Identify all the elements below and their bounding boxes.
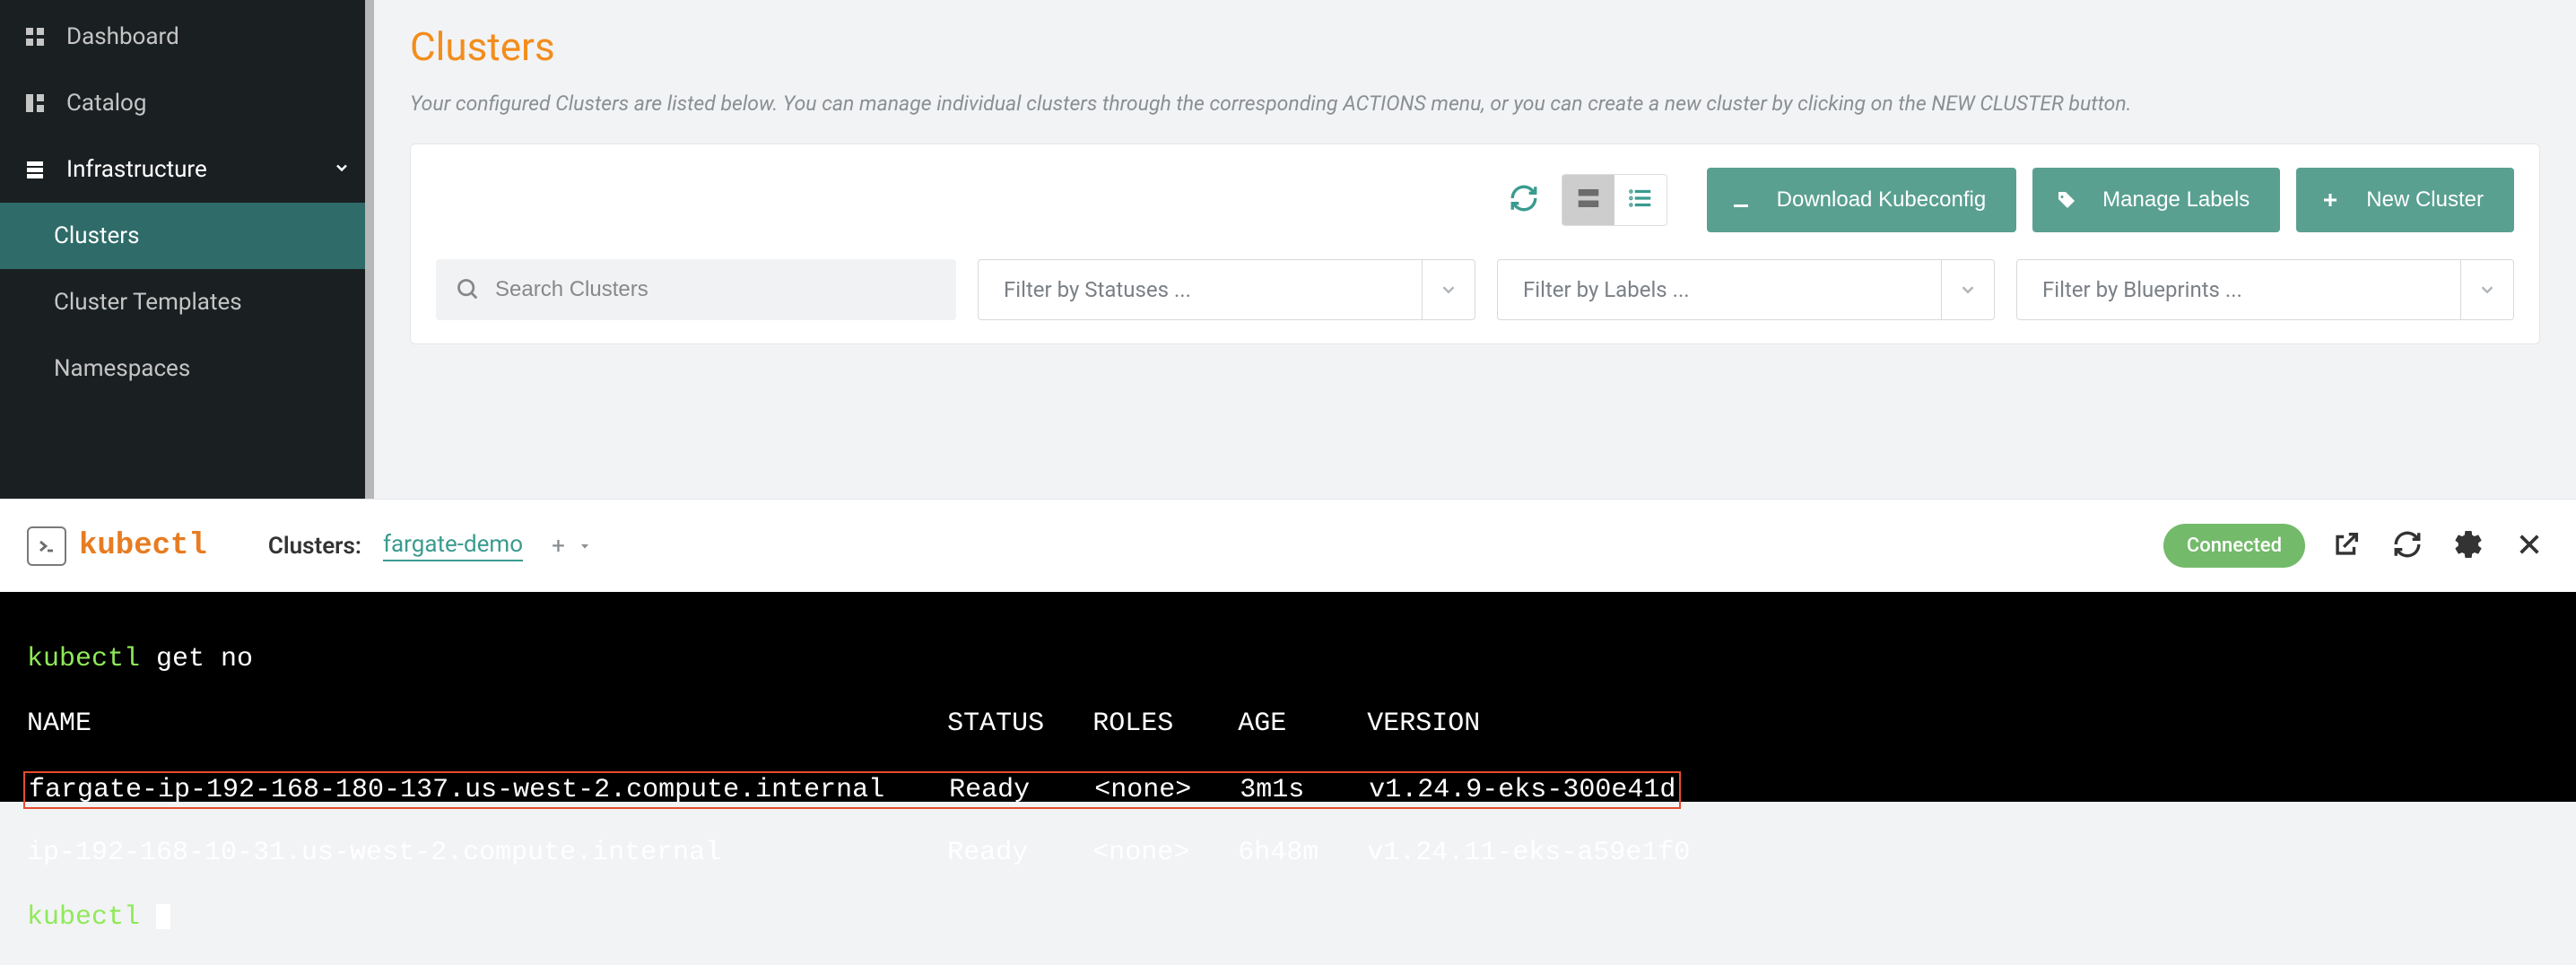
sidebar: Dashboard Catalog Infrastructure Cluster…	[0, 0, 374, 499]
kubectl-close-button[interactable]	[2510, 526, 2549, 566]
terminal-prompt: kubectl	[27, 644, 140, 674]
terminal-cursor	[156, 904, 170, 929]
view-toggle-grid[interactable]	[1562, 175, 1614, 225]
tag-icon	[2056, 189, 2077, 211]
sidebar-sub-label: Clusters	[54, 222, 140, 249]
caret-down-icon	[578, 533, 592, 560]
search-icon	[456, 277, 481, 302]
sidebar-sub-clusters[interactable]: Clusters	[0, 203, 374, 269]
chevron-down-icon	[2460, 260, 2497, 319]
close-icon	[2515, 530, 2544, 562]
sidebar-sub-cluster-templates[interactable]: Cluster Templates	[0, 269, 374, 335]
manage-labels-button[interactable]: Manage Labels	[2032, 168, 2280, 232]
button-label: Manage Labels	[2102, 187, 2250, 213]
sidebar-item-infrastructure[interactable]: Infrastructure	[0, 136, 374, 203]
sidebar-sub-label: Namespaces	[54, 355, 190, 382]
external-link-icon	[2331, 529, 2362, 563]
gear-icon	[2452, 528, 2485, 564]
view-toggle-list[interactable]	[1614, 175, 1667, 225]
plus-icon: +	[552, 533, 565, 560]
kubectl-bar: kubectl Clusters: fargate-demo + Connect…	[0, 499, 2576, 592]
kubectl-clusters-label: Clusters:	[268, 533, 361, 560]
search-clusters-input[interactable]	[436, 259, 956, 320]
kubectl-refresh-button[interactable]	[2388, 526, 2427, 566]
refresh-icon	[1509, 183, 1539, 216]
page-description: Your configured Clusters are listed belo…	[410, 88, 2540, 120]
view-toggle	[1562, 174, 1667, 226]
button-label: Download Kubeconfig	[1777, 187, 1987, 213]
download-kubeconfig-button[interactable]: Download Kubeconfig	[1707, 168, 2017, 232]
sidebar-item-label: Dashboard	[66, 23, 179, 50]
filter-labels-select[interactable]: Filter by Labels ...	[1497, 259, 1995, 320]
dashboard-icon	[23, 25, 47, 48]
filter-placeholder: Filter by Labels ...	[1523, 277, 1690, 302]
kubectl-add-cluster-button[interactable]: +	[552, 533, 592, 560]
terminal-row-highlighted: fargate-ip-192-168-180-137.us-west-2.com…	[27, 771, 2549, 805]
terminal-output[interactable]: kubectl get no NAME STATUS ROLES AGE VER…	[0, 592, 2576, 802]
chevron-down-icon	[1941, 260, 1978, 319]
search-clusters-wrap	[436, 259, 956, 320]
plus-icon	[2319, 189, 2341, 211]
filter-blueprints-select[interactable]: Filter by Blueprints ...	[2016, 259, 2514, 320]
kubectl-status-badge: Connected	[2163, 524, 2305, 568]
chevron-down-icon	[333, 156, 351, 183]
sidebar-item-dashboard[interactable]: Dashboard	[0, 4, 374, 70]
chevron-down-icon	[1422, 260, 1458, 319]
clusters-card: Download Kubeconfig Manage Labels New Cl…	[410, 143, 2540, 344]
infrastructure-icon	[23, 158, 47, 181]
kubectl-cluster-name[interactable]: fargate-demo	[383, 531, 523, 561]
refresh-button[interactable]	[1502, 178, 1545, 222]
terminal-header-row: NAME STATUS ROLES AGE VERSION	[27, 707, 2549, 741]
terminal-icon	[27, 526, 66, 566]
terminal-command: get no	[156, 644, 253, 674]
sidebar-item-label: Catalog	[66, 90, 146, 117]
sidebar-item-catalog[interactable]: Catalog	[0, 70, 374, 136]
sidebar-sub-namespaces[interactable]: Namespaces	[0, 335, 374, 402]
main-content: Clusters Your configured Clusters are li…	[374, 0, 2576, 499]
page-title: Clusters	[410, 23, 2540, 70]
new-cluster-button[interactable]: New Cluster	[2296, 168, 2514, 232]
download-icon	[1730, 189, 1752, 211]
terminal-row: ip-192-168-10-31.us-west-2.compute.inter…	[27, 836, 2549, 870]
kubectl-logo: kubectl	[27, 526, 207, 566]
sidebar-item-label: Infrastructure	[66, 156, 207, 183]
open-external-button[interactable]	[2327, 526, 2366, 566]
refresh-icon	[2392, 529, 2423, 563]
kubectl-settings-button[interactable]	[2449, 526, 2488, 566]
terminal-prompt: kubectl	[27, 902, 140, 933]
filter-placeholder: Filter by Blueprints ...	[2042, 277, 2242, 302]
filter-status-select[interactable]: Filter by Statuses ...	[978, 259, 1475, 320]
sidebar-sub-label: Cluster Templates	[54, 289, 242, 316]
list-icon	[1627, 185, 1654, 214]
rows-icon	[1575, 185, 1602, 214]
catalog-icon	[23, 91, 47, 115]
button-label: New Cluster	[2366, 187, 2484, 213]
filter-placeholder: Filter by Statuses ...	[1004, 277, 1191, 302]
kubectl-brand: kubectl	[79, 529, 207, 563]
